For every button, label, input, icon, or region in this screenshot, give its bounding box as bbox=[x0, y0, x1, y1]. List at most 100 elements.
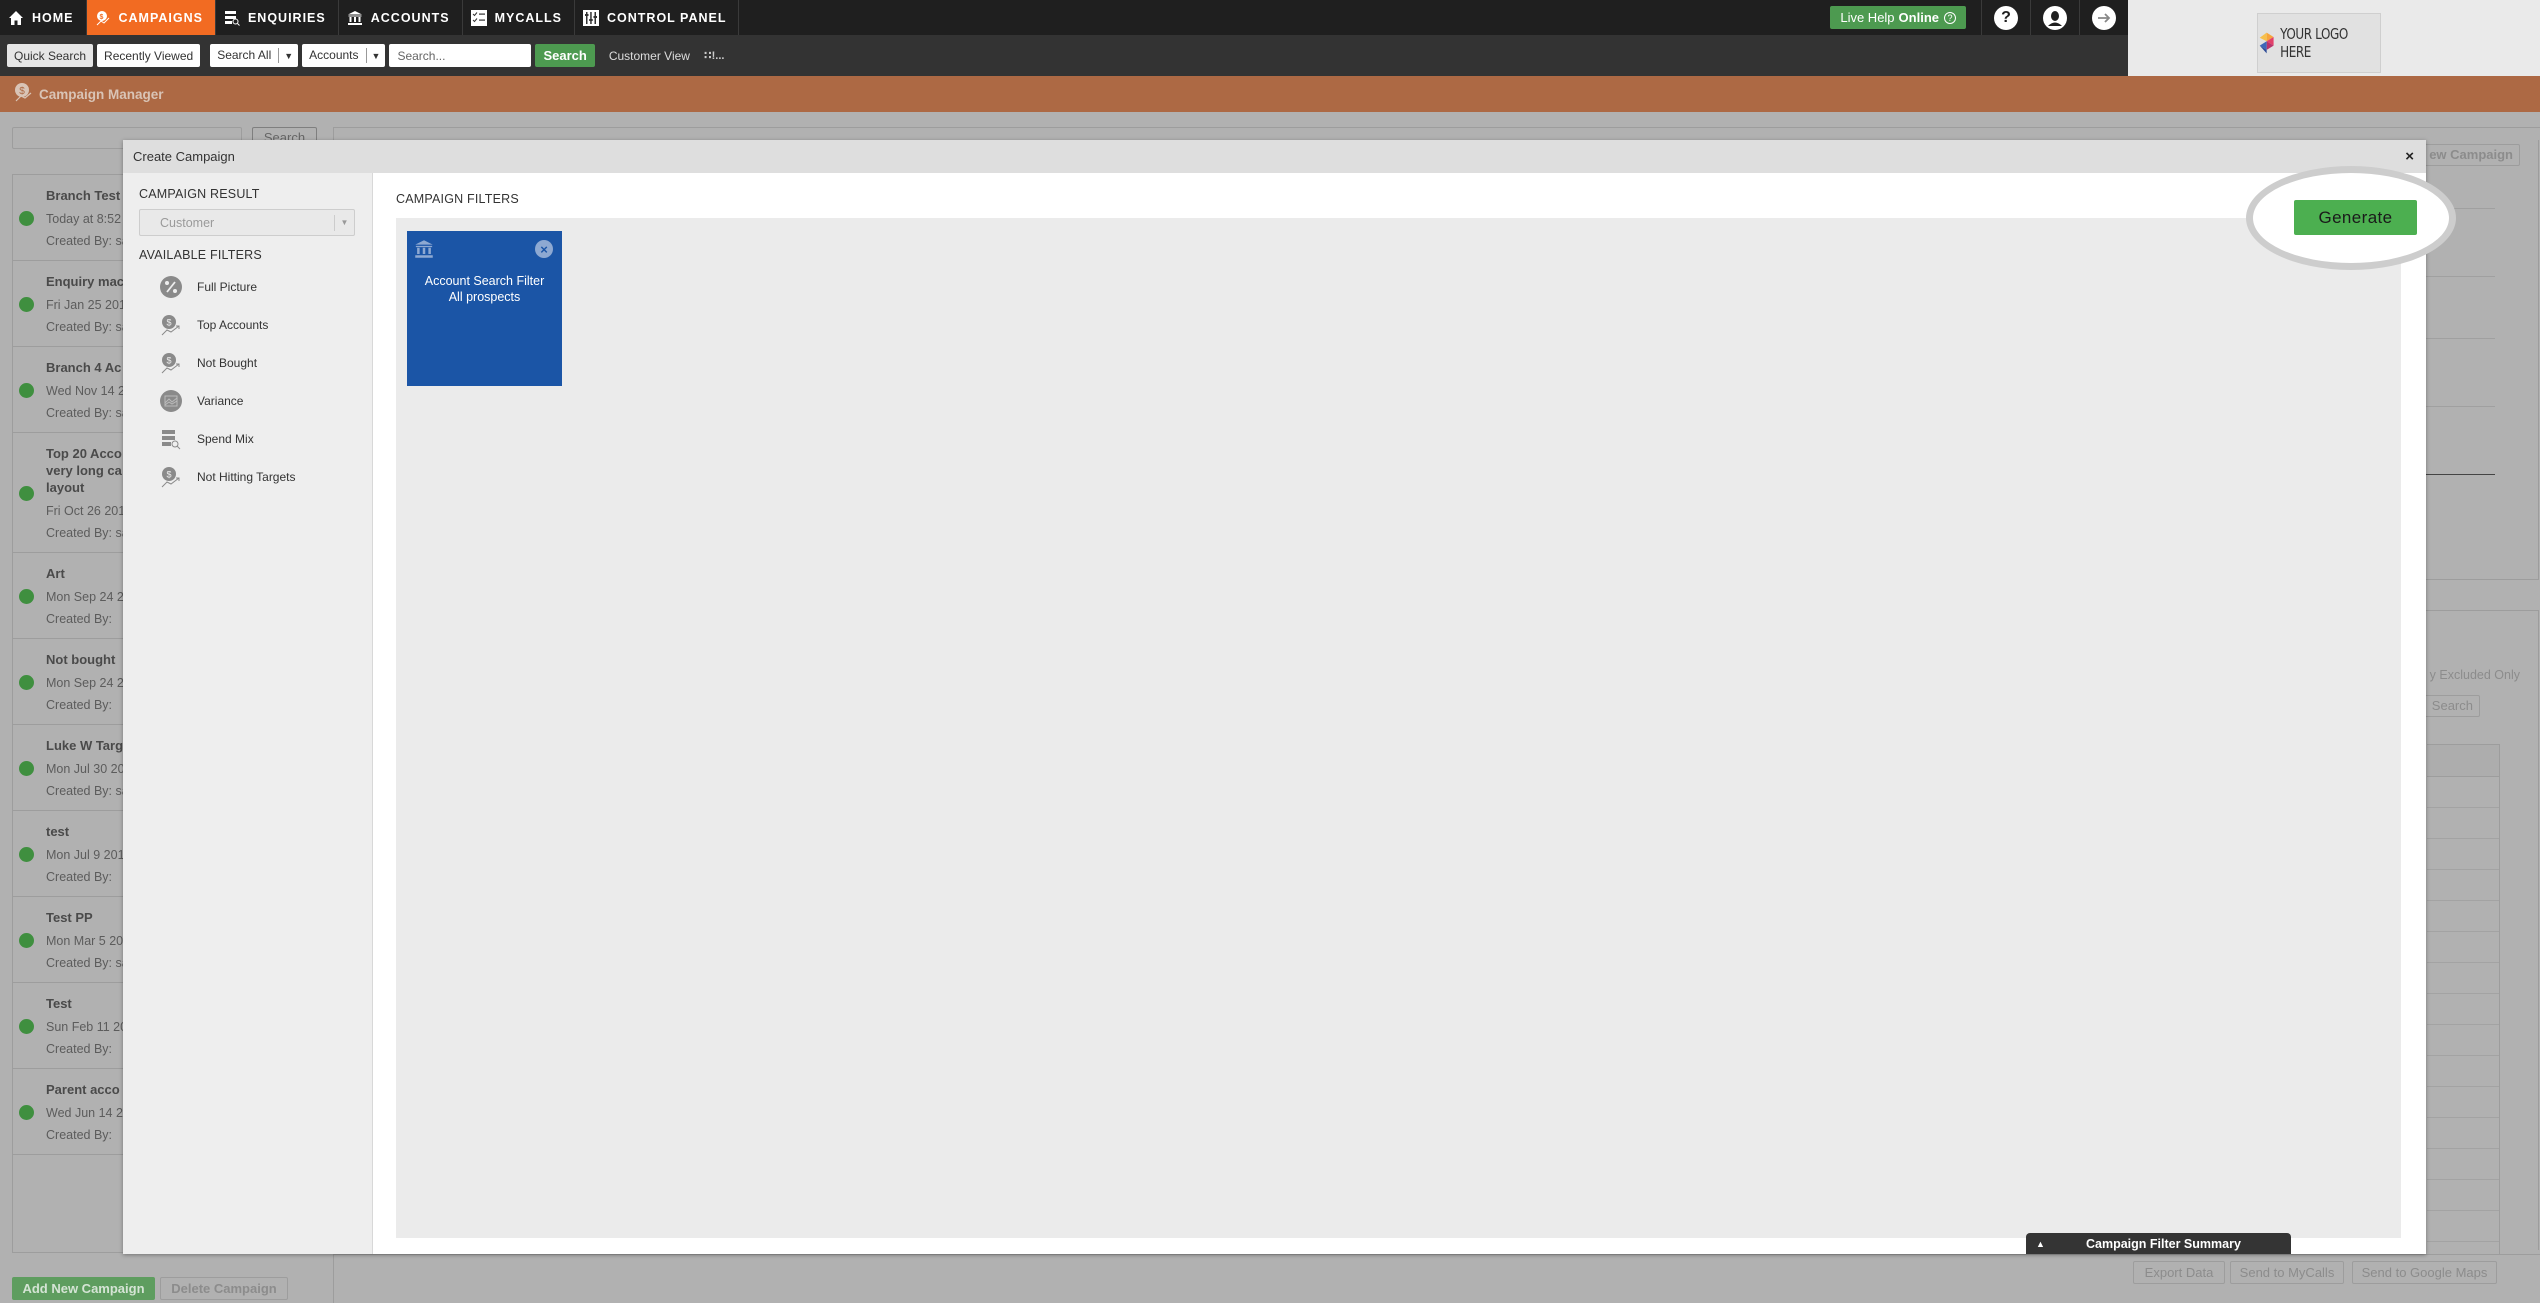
nav-accounts[interactable]: ACCOUNTS bbox=[339, 0, 463, 35]
search-input[interactable] bbox=[389, 44, 532, 67]
send-to-google-maps-button[interactable]: Send to Google Maps bbox=[2352, 1261, 2497, 1284]
status-dot-icon bbox=[19, 588, 34, 604]
show-excluded-only-option[interactable]: y Excluded Only bbox=[2420, 668, 2520, 682]
search-type-select[interactable]: Accounts ▼ bbox=[302, 44, 386, 67]
svg-text:$: $ bbox=[19, 86, 25, 97]
table-row[interactable] bbox=[2427, 901, 2499, 932]
table-row[interactable] bbox=[2427, 1180, 2499, 1211]
close-icon[interactable]: × bbox=[2405, 149, 2414, 164]
dollar-trend-icon: $ bbox=[159, 351, 183, 375]
table-row[interactable] bbox=[2427, 1149, 2499, 1180]
caret-down-icon: ▼ bbox=[334, 214, 354, 231]
remove-filter-icon[interactable]: × bbox=[535, 240, 553, 258]
send-to-mycalls-button[interactable]: Send to MyCalls bbox=[2230, 1261, 2344, 1284]
table-row[interactable] bbox=[2427, 932, 2499, 963]
bank-icon bbox=[347, 10, 363, 26]
delete-campaign-button[interactable]: Delete Campaign bbox=[160, 1277, 288, 1300]
create-campaign-modal: Create Campaign × CAMPAIGN RESULT Custom… bbox=[123, 140, 2426, 1254]
table-row[interactable] bbox=[2427, 1087, 2499, 1118]
filter-card-title: Account Search Filter bbox=[424, 274, 545, 288]
campaign-name: Art bbox=[46, 566, 65, 581]
live-help-button[interactable]: Live Help Online ? bbox=[1830, 6, 1966, 29]
search-scope-value: Search All bbox=[210, 48, 280, 63]
search-scope-select[interactable]: Search All ▼ bbox=[210, 44, 299, 67]
campaign-name: Test PP bbox=[46, 910, 93, 925]
arrow-right-icon bbox=[2092, 5, 2116, 30]
available-filters-list: Full Picture $ Top Accounts $ Not Bought… bbox=[139, 268, 356, 496]
divider bbox=[2425, 474, 2495, 475]
list-search-icon bbox=[159, 427, 183, 451]
user-profile-button[interactable] bbox=[2030, 0, 2079, 35]
logo-text: YOUR LOGO HERE bbox=[2280, 25, 2349, 61]
campaign-result-label: CAMPAIGN RESULT bbox=[139, 187, 260, 201]
search-button[interactable]: Search bbox=[535, 44, 595, 67]
generate-button[interactable]: Generate bbox=[2294, 200, 2417, 235]
control-panel-icon bbox=[583, 9, 599, 26]
filter-variance[interactable]: Variance bbox=[139, 382, 356, 420]
filter-drop-zone[interactable]: × Account Search Filter All prospects bbox=[396, 218, 2401, 1238]
table-row[interactable] bbox=[2427, 1118, 2499, 1149]
campaign-result-value: Customer bbox=[160, 215, 215, 230]
table-row[interactable] bbox=[2427, 994, 2499, 1025]
table-row[interactable] bbox=[2427, 777, 2499, 808]
available-filters-label: AVAILABLE FILTERS bbox=[139, 248, 262, 262]
live-help-status: Online bbox=[1898, 10, 1939, 25]
page-title: Campaign Manager bbox=[39, 86, 164, 102]
campaign-name: Branch Test bbox=[46, 188, 121, 203]
filter-label: Top Accounts bbox=[197, 318, 269, 332]
filter-full-picture[interactable]: Full Picture bbox=[139, 268, 356, 306]
campaign-name: Parent acco bbox=[46, 1082, 120, 1097]
filter-spend-mix[interactable]: Spend Mix bbox=[139, 420, 356, 458]
nav-enquiries[interactable]: ENQUIRIES bbox=[216, 0, 339, 35]
svg-text:$: $ bbox=[166, 318, 171, 328]
table-row[interactable] bbox=[2427, 839, 2499, 870]
campaign-name: Test bbox=[46, 996, 72, 1011]
status-dot-icon bbox=[19, 210, 34, 226]
view-campaign-button[interactable]: ew Campaign bbox=[2420, 144, 2520, 166]
modal-title: Create Campaign bbox=[133, 149, 235, 164]
add-new-campaign-button[interactable]: Add New Campaign bbox=[12, 1277, 155, 1300]
live-help-label: Live Help bbox=[1840, 10, 1895, 25]
filter-top-accounts[interactable]: $ Top Accounts bbox=[139, 306, 356, 344]
customer-view-link[interactable]: Customer View bbox=[609, 49, 690, 63]
campaign-name: test bbox=[46, 824, 70, 839]
nav-control-panel[interactable]: CONTROL PANEL bbox=[575, 0, 740, 35]
campaign-filter-summary-tab[interactable]: ▲ Campaign Filter Summary bbox=[2026, 1233, 2291, 1254]
search-type-value: Accounts bbox=[302, 48, 367, 63]
status-dot-icon bbox=[19, 1018, 34, 1034]
filter-not-hitting-targets[interactable]: $ Not Hitting Targets bbox=[139, 458, 356, 496]
nav-home[interactable]: HOME bbox=[0, 0, 87, 35]
table-header bbox=[2427, 744, 2499, 777]
table-row[interactable] bbox=[2427, 1025, 2499, 1056]
table-row[interactable] bbox=[2427, 1211, 2499, 1242]
more-menu[interactable]: ∷!... bbox=[704, 49, 725, 62]
nav-mycalls-label: MYCALLS bbox=[494, 10, 562, 25]
export-data-button[interactable]: Export Data bbox=[2133, 1261, 2225, 1284]
filter-label: Spend Mix bbox=[197, 432, 254, 446]
logo-icon bbox=[2259, 32, 2274, 54]
status-dot-icon bbox=[19, 760, 34, 776]
table-row[interactable] bbox=[2427, 963, 2499, 994]
campaign-result-select[interactable]: Customer ▼ bbox=[139, 209, 355, 236]
nav-home-label: HOME bbox=[32, 10, 74, 25]
recently-viewed-button[interactable]: Recently Viewed bbox=[97, 44, 201, 67]
enquiries-icon bbox=[224, 10, 240, 26]
svg-text:$: $ bbox=[166, 356, 171, 366]
nav-campaigns[interactable]: $ CAMPAIGNS bbox=[86, 0, 216, 35]
help-button[interactable]: ? bbox=[1981, 0, 2030, 35]
accounts-search-button[interactable]: Search bbox=[2420, 695, 2480, 717]
caret-up-icon: ▲ bbox=[2036, 1238, 2045, 1249]
filter-label: Not Hitting Targets bbox=[197, 470, 296, 484]
applied-filter-card[interactable]: × Account Search Filter All prospects bbox=[407, 231, 562, 386]
table-row[interactable] bbox=[2427, 870, 2499, 901]
quick-search-button[interactable]: Quick Search bbox=[7, 44, 94, 67]
table-row[interactable] bbox=[2427, 808, 2499, 839]
top-nav: HOME $ CAMPAIGNS ENQUIRIES ACCOUNTS MYCA… bbox=[0, 0, 2128, 35]
logout-button[interactable] bbox=[2079, 0, 2128, 35]
nav-enquiries-label: ENQUIRIES bbox=[247, 10, 326, 25]
table-row[interactable] bbox=[2427, 1056, 2499, 1087]
chart-icon bbox=[159, 389, 183, 413]
filter-not-bought[interactable]: $ Not Bought bbox=[139, 344, 356, 382]
nav-mycalls[interactable]: MYCALLS bbox=[463, 0, 575, 35]
svg-text:$: $ bbox=[166, 470, 171, 480]
